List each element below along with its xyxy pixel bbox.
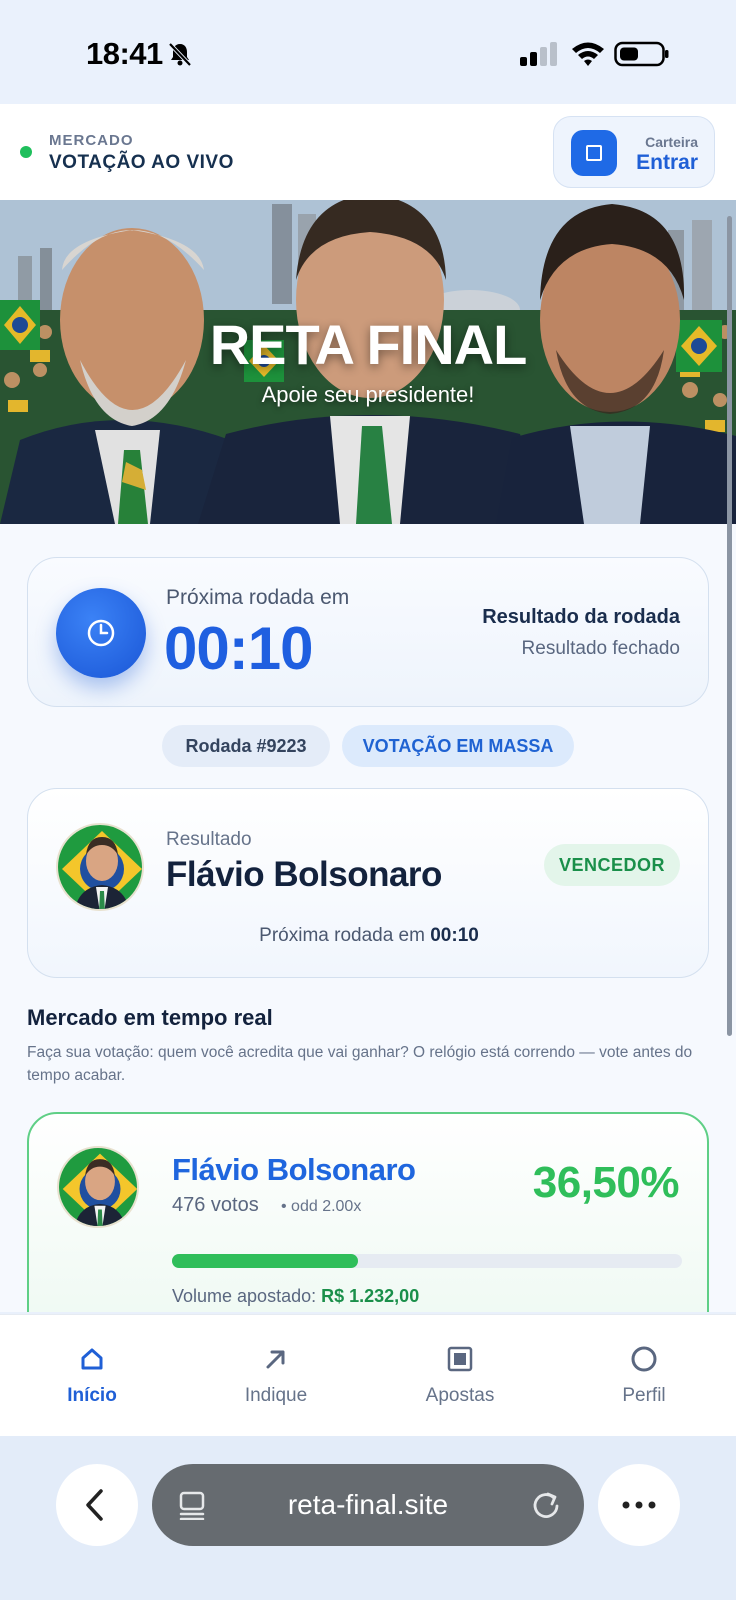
round-number-chip: Rodada #9223 bbox=[162, 725, 330, 767]
more-button[interactable] bbox=[598, 1464, 680, 1546]
battery-icon bbox=[614, 41, 669, 67]
market-section-description: Faça sua votação: quem você acredita que… bbox=[27, 1044, 693, 1084]
cell-signal-icon bbox=[520, 42, 557, 66]
hero-banner: RETA FINAL Apoie seu presidente! bbox=[0, 200, 736, 524]
winner-avatar bbox=[56, 823, 144, 911]
candidate-volume-value: R$ 1.232,00 bbox=[321, 1286, 420, 1306]
tab-apostas[interactable]: Apostas bbox=[368, 1315, 552, 1437]
tab-perfil-label: Perfil bbox=[622, 1385, 666, 1406]
countdown-card: Próxima rodada em 00:10 Resultado da rod… bbox=[27, 557, 709, 707]
scrollbar[interactable] bbox=[727, 216, 732, 1036]
top-header: MERCADO VOTAÇÃO AO VIVO Carteira Entrar bbox=[0, 104, 736, 200]
reload-icon[interactable] bbox=[530, 1488, 562, 1522]
status-bar: 18:41 bbox=[0, 0, 736, 104]
market-title: VOTAÇÃO AO VIVO bbox=[49, 152, 234, 173]
market-section-title: Mercado em tempo real bbox=[27, 1005, 273, 1030]
home-icon bbox=[81, 1348, 103, 1370]
circle-icon bbox=[631, 1346, 657, 1372]
bell-muted-icon bbox=[168, 42, 192, 67]
tab-inicio[interactable]: Início bbox=[0, 1315, 184, 1437]
winner-name: Flávio Bolsonaro bbox=[166, 855, 442, 894]
candidate-card[interactable]: Flávio Bolsonaro 476 votos • odd 2.00x 3… bbox=[27, 1112, 709, 1312]
wallet-login-button[interactable]: Carteira Entrar bbox=[553, 116, 715, 188]
result-next-label: Próxima rodada em bbox=[259, 925, 425, 946]
square-icon bbox=[447, 1346, 473, 1372]
wifi-icon bbox=[572, 42, 604, 66]
hero-subtitle: Apoie seu presidente! bbox=[261, 382, 475, 407]
back-button[interactable] bbox=[56, 1464, 138, 1546]
candidate-volume: Volume apostado: R$ 1.232,00 bbox=[172, 1286, 419, 1307]
address-bar[interactable]: reta-final.site bbox=[152, 1464, 584, 1546]
result-next-time: 00:10 bbox=[430, 925, 479, 946]
wallet-login-label: Entrar bbox=[636, 151, 698, 174]
status-time: 18:41 bbox=[86, 36, 163, 71]
more-dots-icon bbox=[622, 1501, 656, 1509]
candidate-volume-label: Volume apostado: bbox=[172, 1286, 317, 1306]
browser-toolbar: reta-final.site bbox=[0, 1436, 736, 1600]
candidate-odd: • odd 2.00x bbox=[281, 1198, 362, 1215]
candidate-avatar bbox=[57, 1146, 139, 1228]
wallet-sub-label: Carteira bbox=[645, 134, 698, 150]
round-result-title: Resultado da rodada bbox=[482, 606, 680, 628]
candidate-votes: 476 votos bbox=[172, 1194, 259, 1216]
candidate-progress-fill bbox=[172, 1254, 359, 1268]
chevron-left-icon bbox=[86, 1489, 103, 1521]
bottom-tab-bar: Início Indique Apostas Perfil bbox=[0, 1314, 736, 1436]
market-label: MERCADO bbox=[49, 132, 134, 149]
wallet-icon bbox=[571, 130, 617, 176]
tab-indique-label: Indique bbox=[244, 1385, 308, 1406]
arrow-up-right-icon bbox=[266, 1350, 285, 1369]
result-card: Resultado Flávio Bolsonaro VENCEDOR Próx… bbox=[27, 788, 709, 978]
hero-title: RETA FINAL bbox=[209, 313, 528, 376]
candidate-progress-track bbox=[172, 1254, 682, 1268]
tab-apostas-label: Apostas bbox=[425, 1385, 495, 1406]
url-text: reta-final.site bbox=[287, 1489, 449, 1520]
page-content: MERCADO VOTAÇÃO AO VIVO Carteira Entrar bbox=[0, 104, 736, 1312]
clock-icon bbox=[87, 619, 115, 647]
live-indicator bbox=[20, 146, 32, 158]
mass-voting-chip[interactable]: VOTAÇÃO EM MASSA bbox=[342, 725, 574, 767]
result-label: Resultado bbox=[166, 829, 252, 850]
tab-perfil[interactable]: Perfil bbox=[552, 1315, 736, 1437]
result-next-round: Próxima rodada em 00:10 bbox=[28, 925, 710, 947]
next-round-label: Próxima rodada em bbox=[166, 586, 350, 609]
tab-inicio-label: Início bbox=[67, 1385, 117, 1406]
round-result-status: Resultado fechado bbox=[521, 638, 680, 659]
candidate-percentage: 36,50% bbox=[532, 1158, 680, 1207]
candidate-name: Flávio Bolsonaro bbox=[172, 1152, 416, 1187]
clock-badge bbox=[56, 588, 146, 678]
tab-indique[interactable]: Indique bbox=[184, 1315, 368, 1437]
countdown-timer: 00:10 bbox=[164, 615, 313, 682]
winner-badge: VENCEDOR bbox=[544, 844, 680, 886]
